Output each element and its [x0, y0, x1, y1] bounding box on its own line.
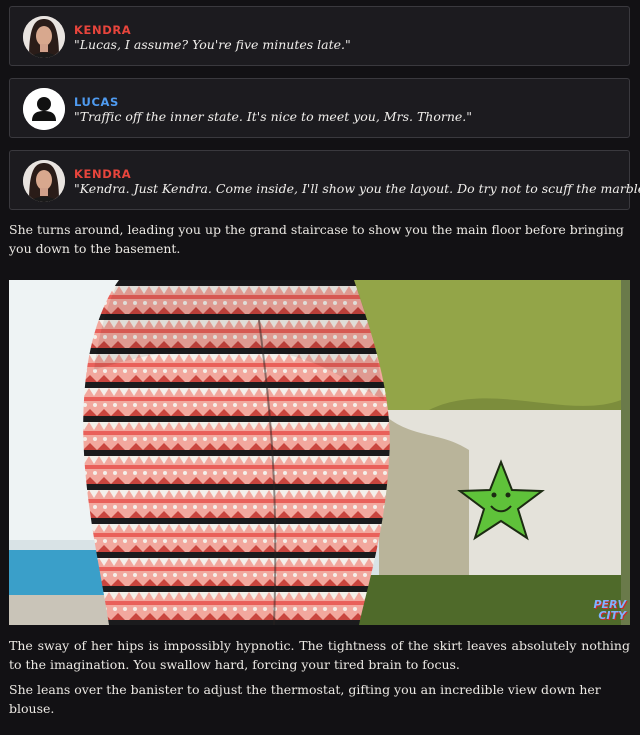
person-silhouette-icon — [23, 88, 65, 130]
watermark-logo: PERV CITY — [593, 599, 626, 621]
avatar — [23, 160, 65, 202]
dialogue-line: "Lucas, I assume? You're five minutes la… — [74, 37, 351, 52]
avatar — [23, 16, 65, 58]
scene-image: PERV CITY — [9, 280, 630, 625]
dialogue-card: LUCAS "Traffic off the inner state. It's… — [9, 78, 630, 138]
narration-text: The sway of her hips is impossibly hypno… — [9, 638, 630, 672]
speaker-name: LUCAS — [74, 95, 119, 109]
dialogue-line: "Kendra. Just Kendra. Come inside, I'll … — [74, 181, 640, 196]
speaker-name: KENDRA — [74, 23, 132, 37]
story-view: KENDRA "Lucas, I assume? You're five min… — [0, 0, 640, 718]
dialogue-line: "Traffic off the inner state. It's nice … — [74, 109, 472, 124]
dialogue-card: KENDRA "Lucas, I assume? You're five min… — [9, 6, 630, 66]
narration-text: She turns around, leading you up the gra… — [9, 222, 624, 256]
speaker-name: KENDRA — [74, 167, 132, 181]
narration-text: She leans over the banister to adjust th… — [9, 682, 601, 716]
watermark-line: CITY — [598, 609, 626, 622]
dialogue-card: KENDRA "Kendra. Just Kendra. Come inside… — [9, 150, 640, 210]
